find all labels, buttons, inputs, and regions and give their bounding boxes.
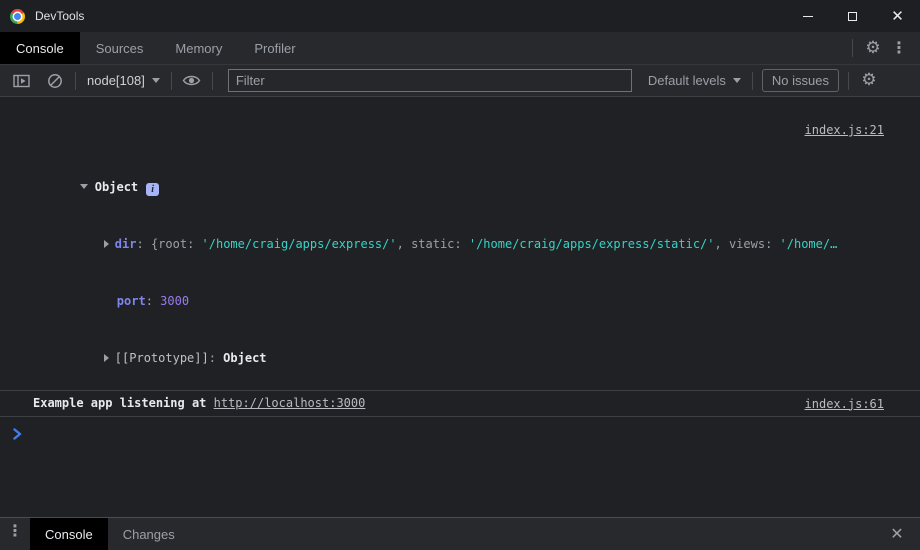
source-link[interactable]: index.js:21 [805,123,884,137]
object-class-name: Object [95,180,138,194]
devtools-window: DevTools ✕ Console Sources Memory Profil… [0,0,920,550]
filter-input[interactable] [228,69,632,92]
close-button[interactable]: ✕ [875,0,920,32]
colon: : [136,237,150,251]
property-key: port [117,294,146,308]
preview-key: static: [411,237,469,251]
clear-console-icon [47,73,63,89]
object-property-row-dir: dir: {root: '/home/craig/apps/express/',… [46,216,884,273]
clear-console-button[interactable] [42,68,68,94]
no-issues-button[interactable]: No issues [762,69,839,92]
kebab-menu-icon: ⋮ [891,40,907,56]
colon: : [209,351,223,365]
maximize-button[interactable] [830,0,875,32]
minimize-icon [803,16,813,17]
drawer-close-button[interactable]: ✕ [884,521,910,547]
separator: , [715,237,729,251]
console-toolbar: node[108] Default levels No issues ⚙ [0,65,920,97]
collapse-expander-icon[interactable] [80,184,88,189]
info-badge-icon[interactable]: i [146,183,159,196]
prompt-chevron-icon [13,428,22,440]
window-title: DevTools [35,9,84,23]
maximize-icon [848,12,857,21]
gear-icon: ⚙ [861,72,876,89]
tab-profiler[interactable]: Profiler [238,32,311,64]
drawer-tab-bar: ⋮ Console Changes ✕ [0,517,920,550]
prototype-value: Object [223,351,266,365]
kebab-menu-icon: ⋮ [7,523,23,539]
panel-bar-actions: ⚙ ⋮ [845,32,920,64]
object-prototype-row: [[Prototype]]: Object [46,330,884,387]
preview-string-value-truncated: '/home/… [780,237,838,251]
tab-sources[interactable]: Sources [80,32,160,64]
separator: , [397,237,411,251]
preview-key: views: [729,237,780,251]
divider [212,72,213,90]
log-levels-selector[interactable]: Default levels [644,73,745,88]
context-label: node[108] [87,73,145,88]
preview-key: root: [158,237,201,251]
gear-icon: ⚙ [865,40,880,57]
console-output: index.js:21 Objecti dir: {root: '/home/c… [0,97,920,517]
drawer-tab-changes[interactable]: Changes [108,518,190,550]
divider [752,72,753,90]
console-message-log: Example app listening at http://localhos… [0,390,920,417]
object-property-row-port: port: 3000 [59,273,884,330]
divider [75,72,76,90]
close-icon: ✕ [890,526,903,542]
chevron-down-icon [733,78,741,83]
expand-expander-icon[interactable] [104,354,109,362]
more-options-button[interactable]: ⋮ [886,35,912,61]
console-settings-button[interactable]: ⚙ [856,68,882,94]
expand-expander-icon[interactable] [104,240,109,248]
colon: : [146,294,160,308]
panel-tab-bar: Console Sources Memory Profiler ⚙ ⋮ [0,32,920,65]
preview-string-value: '/home/craig/apps/express/' [202,237,397,251]
prototype-key: [[Prototype]] [115,351,209,365]
eye-icon [182,74,201,87]
log-levels-label: Default levels [648,73,726,88]
divider [171,72,172,90]
execution-context-selector[interactable]: node[108] [83,73,164,88]
property-number-value: 3000 [160,294,189,308]
preview-string-value: '/home/craig/apps/express/static/' [469,237,715,251]
close-icon: ✕ [891,9,904,24]
chevron-down-icon [152,78,160,83]
minimize-button[interactable] [785,0,830,32]
divider [852,39,853,57]
settings-button[interactable]: ⚙ [860,35,886,61]
console-sidebar-icon [13,74,30,88]
tab-console[interactable]: Console [0,32,80,64]
object-root-row: Objecti [22,159,884,216]
window-controls: ✕ [785,0,920,32]
source-link[interactable]: index.js:61 [805,397,884,411]
divider [848,72,849,90]
chrome-logo-icon [10,9,25,24]
console-sidebar-toggle-button[interactable] [8,68,34,94]
log-text: Example app listening at [33,394,214,413]
property-key: dir [115,237,137,251]
console-message-object: index.js:21 Objecti dir: {root: '/home/c… [0,97,920,390]
tab-memory[interactable]: Memory [159,32,238,64]
live-expression-button[interactable] [179,68,205,94]
title-bar: DevTools ✕ [0,0,920,32]
drawer-tab-console[interactable]: Console [30,518,108,550]
localhost-link[interactable]: http://localhost:3000 [214,394,366,413]
console-prompt[interactable] [0,417,920,443]
drawer-menu-button[interactable]: ⋮ [0,518,30,544]
